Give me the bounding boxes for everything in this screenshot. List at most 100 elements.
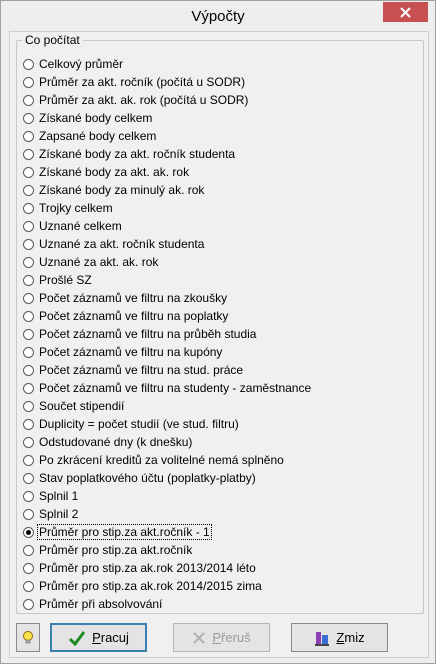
radio-button[interactable] xyxy=(23,598,34,610)
close-icon xyxy=(400,6,411,18)
radio-option-label[interactable]: Průměr pro stip.za akt.ročník xyxy=(38,543,193,557)
radio-button[interactable] xyxy=(23,202,34,214)
radio-option[interactable]: Průměr za akt. ročník (počítá u SODR) xyxy=(23,73,312,91)
radio-option[interactable]: Počet záznamů ve filtru na studenty - za… xyxy=(23,379,312,397)
radio-button[interactable] xyxy=(23,274,34,286)
radio-option-label[interactable]: Počet záznamů ve filtru na stud. práce xyxy=(38,363,244,377)
radio-option[interactable]: Prošlé SZ xyxy=(23,271,312,289)
radio-button[interactable] xyxy=(23,508,34,520)
radio-option[interactable]: Získané body celkem xyxy=(23,109,312,127)
radio-option[interactable]: Průměr pro stip.za akt.ročník xyxy=(23,541,312,559)
radio-button[interactable] xyxy=(23,454,34,466)
radio-option[interactable]: Uznané celkem xyxy=(23,217,312,235)
radio-option[interactable]: Počet záznamů ve filtru na stud. práce xyxy=(23,361,312,379)
radio-option[interactable]: Trojky celkem xyxy=(23,199,312,217)
hint-button[interactable] xyxy=(16,623,40,652)
radio-option[interactable]: Získané body za akt. ročník studenta xyxy=(23,145,312,163)
radio-option-label[interactable]: Po zkrácení kreditů za volitelné nemá sp… xyxy=(38,453,285,467)
radio-option[interactable]: Splnil 2 xyxy=(23,505,312,523)
radio-option-label[interactable]: Součet stipendií xyxy=(38,399,125,413)
radio-option[interactable]: Průměr při absolvování xyxy=(23,595,312,613)
radio-option-label[interactable]: Průměr za akt. ak. rok (počítá u SODR) xyxy=(38,93,249,107)
radio-button[interactable] xyxy=(23,130,34,142)
radio-option[interactable]: Získané body za minulý ak. rok xyxy=(23,181,312,199)
radio-option-label[interactable]: Zapsané body celkem xyxy=(38,129,157,143)
radio-button[interactable] xyxy=(23,220,34,232)
radio-option-label[interactable]: Průměr pro stip.za ak.rok 2013/2014 léto xyxy=(38,561,257,575)
radio-option[interactable]: Odstudované dny (k dnešku) xyxy=(23,433,312,451)
radio-button[interactable] xyxy=(23,310,34,322)
radio-option[interactable]: Průměr pro stip.za akt.ročník - 1 xyxy=(23,523,312,541)
radio-option-label[interactable]: Odstudované dny (k dnešku) xyxy=(38,435,193,449)
radio-button[interactable] xyxy=(23,544,34,556)
radio-option-label[interactable]: Počet záznamů ve filtru na studenty - za… xyxy=(38,381,312,395)
radio-button[interactable] xyxy=(23,400,34,412)
radio-button[interactable] xyxy=(23,346,34,358)
radio-option-label[interactable]: Uznané za akt. ročník studenta xyxy=(38,237,205,251)
radio-button[interactable] xyxy=(23,94,34,106)
radio-option[interactable]: Průměr pro stip.za ak.rok 2014/2015 zima xyxy=(23,577,312,595)
radio-option-label[interactable]: Získané body za minulý ak. rok xyxy=(38,183,205,197)
radio-option[interactable]: Počet záznamů ve filtru na poplatky xyxy=(23,307,312,325)
radio-option-label[interactable]: Uznané za akt. ak. rok xyxy=(38,255,159,269)
radio-option-label[interactable]: Průměr pro stip.za akt.ročník - 1 xyxy=(37,524,212,540)
radio-button[interactable] xyxy=(23,472,34,484)
radio-option-label[interactable]: Duplicity = počet studií (ve stud. filtr… xyxy=(38,417,240,431)
radio-button[interactable] xyxy=(23,184,34,196)
title-bar[interactable]: Výpočty xyxy=(1,1,435,31)
radio-button[interactable] xyxy=(23,436,34,448)
radio-button[interactable] xyxy=(23,364,34,376)
radio-option[interactable]: Uznané za akt. ročník studenta xyxy=(23,235,312,253)
radio-button[interactable] xyxy=(23,328,34,340)
radio-option-label[interactable]: Splnil 2 xyxy=(38,507,79,521)
radio-option-label[interactable]: Průměr za akt. ročník (počítá u SODR) xyxy=(38,75,246,89)
radio-button[interactable] xyxy=(23,58,34,70)
radio-option[interactable]: Průměr pro stip.za ak.rok 2013/2014 léto xyxy=(23,559,312,577)
radio-option-label[interactable]: Uznané celkem xyxy=(38,219,123,233)
radio-option[interactable]: Splnil 1 xyxy=(23,487,312,505)
radio-option[interactable]: Součet stipendií xyxy=(23,397,312,415)
radio-option-label[interactable]: Stav poplatkového účtu (poplatky-platby) xyxy=(38,471,257,485)
radio-option[interactable]: Počet záznamů ve filtru na zkoušky xyxy=(23,289,312,307)
interrupt-button[interactable]: Přeruš xyxy=(173,623,270,652)
radio-option-label[interactable]: Trojky celkem xyxy=(38,201,114,215)
radio-button[interactable] xyxy=(23,292,34,304)
radio-option-label[interactable]: Získané body za akt. ak. rok xyxy=(38,165,190,179)
radio-option-label[interactable]: Průměr při absolvování xyxy=(38,597,163,611)
radio-option[interactable]: Uznané za akt. ak. rok xyxy=(23,253,312,271)
radio-option[interactable]: Zapsané body celkem xyxy=(23,127,312,145)
radio-button-selected[interactable] xyxy=(23,526,34,538)
radio-option[interactable]: Duplicity = počet studií (ve stud. filtr… xyxy=(23,415,312,433)
radio-option[interactable]: Celkový průměr xyxy=(23,55,312,73)
close-button[interactable] xyxy=(383,2,428,22)
radio-option-label[interactable]: Počet záznamů ve filtru na poplatky xyxy=(38,309,229,323)
radio-option[interactable]: Počet záznamů ve filtru na kupóny xyxy=(23,343,312,361)
radio-button[interactable] xyxy=(23,580,34,592)
radio-option-label[interactable]: Počet záznamů ve filtru na kupóny xyxy=(38,345,223,359)
radio-button[interactable] xyxy=(23,76,34,88)
radio-option[interactable]: Stav poplatkového účtu (poplatky-platby) xyxy=(23,469,312,487)
radio-button[interactable] xyxy=(23,382,34,394)
radio-option[interactable]: Po zkrácení kreditů za volitelné nemá sp… xyxy=(23,451,312,469)
radio-option-label[interactable]: Prošlé SZ xyxy=(38,273,93,287)
radio-option-label[interactable]: Počet záznamů ve filtru na zkoušky xyxy=(38,291,228,305)
radio-button[interactable] xyxy=(23,166,34,178)
radio-button[interactable] xyxy=(23,418,34,430)
change-button[interactable]: Zmiz xyxy=(291,623,388,652)
run-button[interactable]: Pracuj xyxy=(50,623,147,652)
radio-button[interactable] xyxy=(23,490,34,502)
radio-option-label[interactable]: Získané body celkem xyxy=(38,111,153,125)
radio-button[interactable] xyxy=(23,562,34,574)
radio-button[interactable] xyxy=(23,256,34,268)
radio-option[interactable]: Počet záznamů ve filtru na průběh studia xyxy=(23,325,312,343)
radio-button[interactable] xyxy=(23,238,34,250)
radio-button[interactable] xyxy=(23,148,34,160)
radio-option-label[interactable]: Počet záznamů ve filtru na průběh studia xyxy=(38,327,257,341)
radio-option[interactable]: Průměr za akt. ak. rok (počítá u SODR) xyxy=(23,91,312,109)
radio-option-label[interactable]: Získané body za akt. ročník studenta xyxy=(38,147,236,161)
radio-option-label[interactable]: Splnil 1 xyxy=(38,489,79,503)
radio-button[interactable] xyxy=(23,112,34,124)
radio-option-label[interactable]: Průměr pro stip.za ak.rok 2014/2015 zima xyxy=(38,579,263,593)
radio-option[interactable]: Získané body za akt. ak. rok xyxy=(23,163,312,181)
radio-option-label[interactable]: Celkový průměr xyxy=(38,57,124,71)
